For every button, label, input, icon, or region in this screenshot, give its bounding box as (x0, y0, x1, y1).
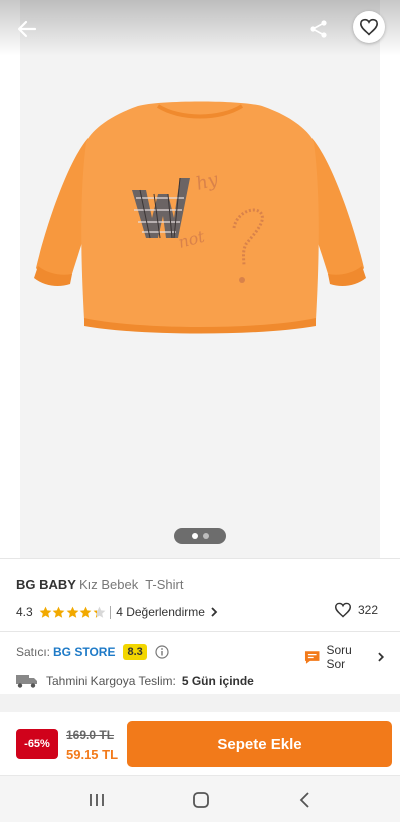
recent-apps-icon (90, 794, 104, 806)
product-category: Kız Bebek T-Shirt (78, 577, 184, 592)
home-icon (193, 792, 209, 808)
chat-bubble-icon (304, 650, 320, 664)
gallery-pager[interactable] (174, 528, 226, 544)
rating-value: 4.3 (16, 605, 33, 619)
chevron-right-icon (211, 607, 218, 617)
pager-dot-active[interactable] (191, 533, 198, 539)
star-icon (52, 606, 65, 618)
shipping-row: Tahmini Kargoya Teslim: 5 Gün içinde (16, 672, 254, 690)
chevron-right-icon (378, 652, 385, 662)
shipping-value: 5 Gün içinde (181, 674, 254, 688)
chevron-left-icon (299, 792, 309, 808)
favorite-button[interactable] (353, 11, 385, 43)
back-button[interactable] (10, 12, 44, 46)
seller-row: Satıcı: BG STORE 8.3 Soru Sor (16, 643, 386, 671)
rating-row: 4.3 4 Değerlendirme (16, 603, 220, 621)
header-shade (0, 0, 400, 56)
star-icon (93, 606, 106, 618)
star-icon (66, 606, 79, 618)
rating-stars (39, 606, 107, 619)
divider (0, 558, 400, 559)
arrow-left-icon (17, 20, 37, 38)
system-back-button[interactable] (293, 788, 317, 812)
product-image[interactable]: hy not (30, 98, 370, 338)
reviews-label: 4 Değerlendirme (116, 605, 205, 619)
product-brand[interactable]: BG BABY (16, 577, 76, 592)
rating-separator (110, 605, 112, 619)
favorite-count[interactable]: 322 (334, 602, 378, 618)
old-price: 169.0 TL (66, 728, 115, 742)
shipping-label: Tahmini Kargoya Teslim: (46, 674, 176, 688)
divider (0, 631, 400, 632)
discount-badge: -65% (16, 729, 58, 759)
heart-icon (334, 602, 352, 618)
product-title: BG BABY Kız Bebek T-Shirt (16, 577, 183, 592)
buy-bar: -65% 169.0 TL 59.15 TL Sepete Ekle (0, 712, 400, 774)
share-icon (310, 20, 327, 38)
system-nav-bar (0, 775, 400, 822)
ask-question-label: Soru Sor (326, 643, 352, 671)
add-to-cart-button[interactable]: Sepete Ekle (127, 721, 392, 767)
recent-apps-button[interactable] (85, 788, 109, 812)
star-icon (79, 606, 92, 618)
star-icon (39, 606, 52, 618)
reviews-link[interactable]: 4 Değerlendirme (116, 605, 220, 619)
home-button[interactable] (189, 788, 213, 812)
truck-icon (16, 675, 37, 688)
section-gap (0, 694, 400, 712)
seller-label: Satıcı: (16, 645, 51, 659)
pager-dot[interactable] (202, 533, 209, 539)
favorite-count-value: 322 (358, 603, 379, 617)
new-price: 59.15 TL (66, 747, 119, 762)
heart-icon (359, 18, 379, 36)
seller-name-link[interactable]: BG STORE (53, 645, 115, 659)
product-gallery[interactable]: hy not (0, 0, 400, 558)
share-button[interactable] (302, 12, 336, 46)
info-icon[interactable] (155, 645, 169, 659)
ask-question-button[interactable]: Soru Sor (304, 643, 386, 671)
seller-score-badge: 8.3 (123, 644, 147, 660)
product-detail-screen: hy not BG BABY Kız Bebek T-Shirt 4.3 4 D… (0, 0, 400, 822)
